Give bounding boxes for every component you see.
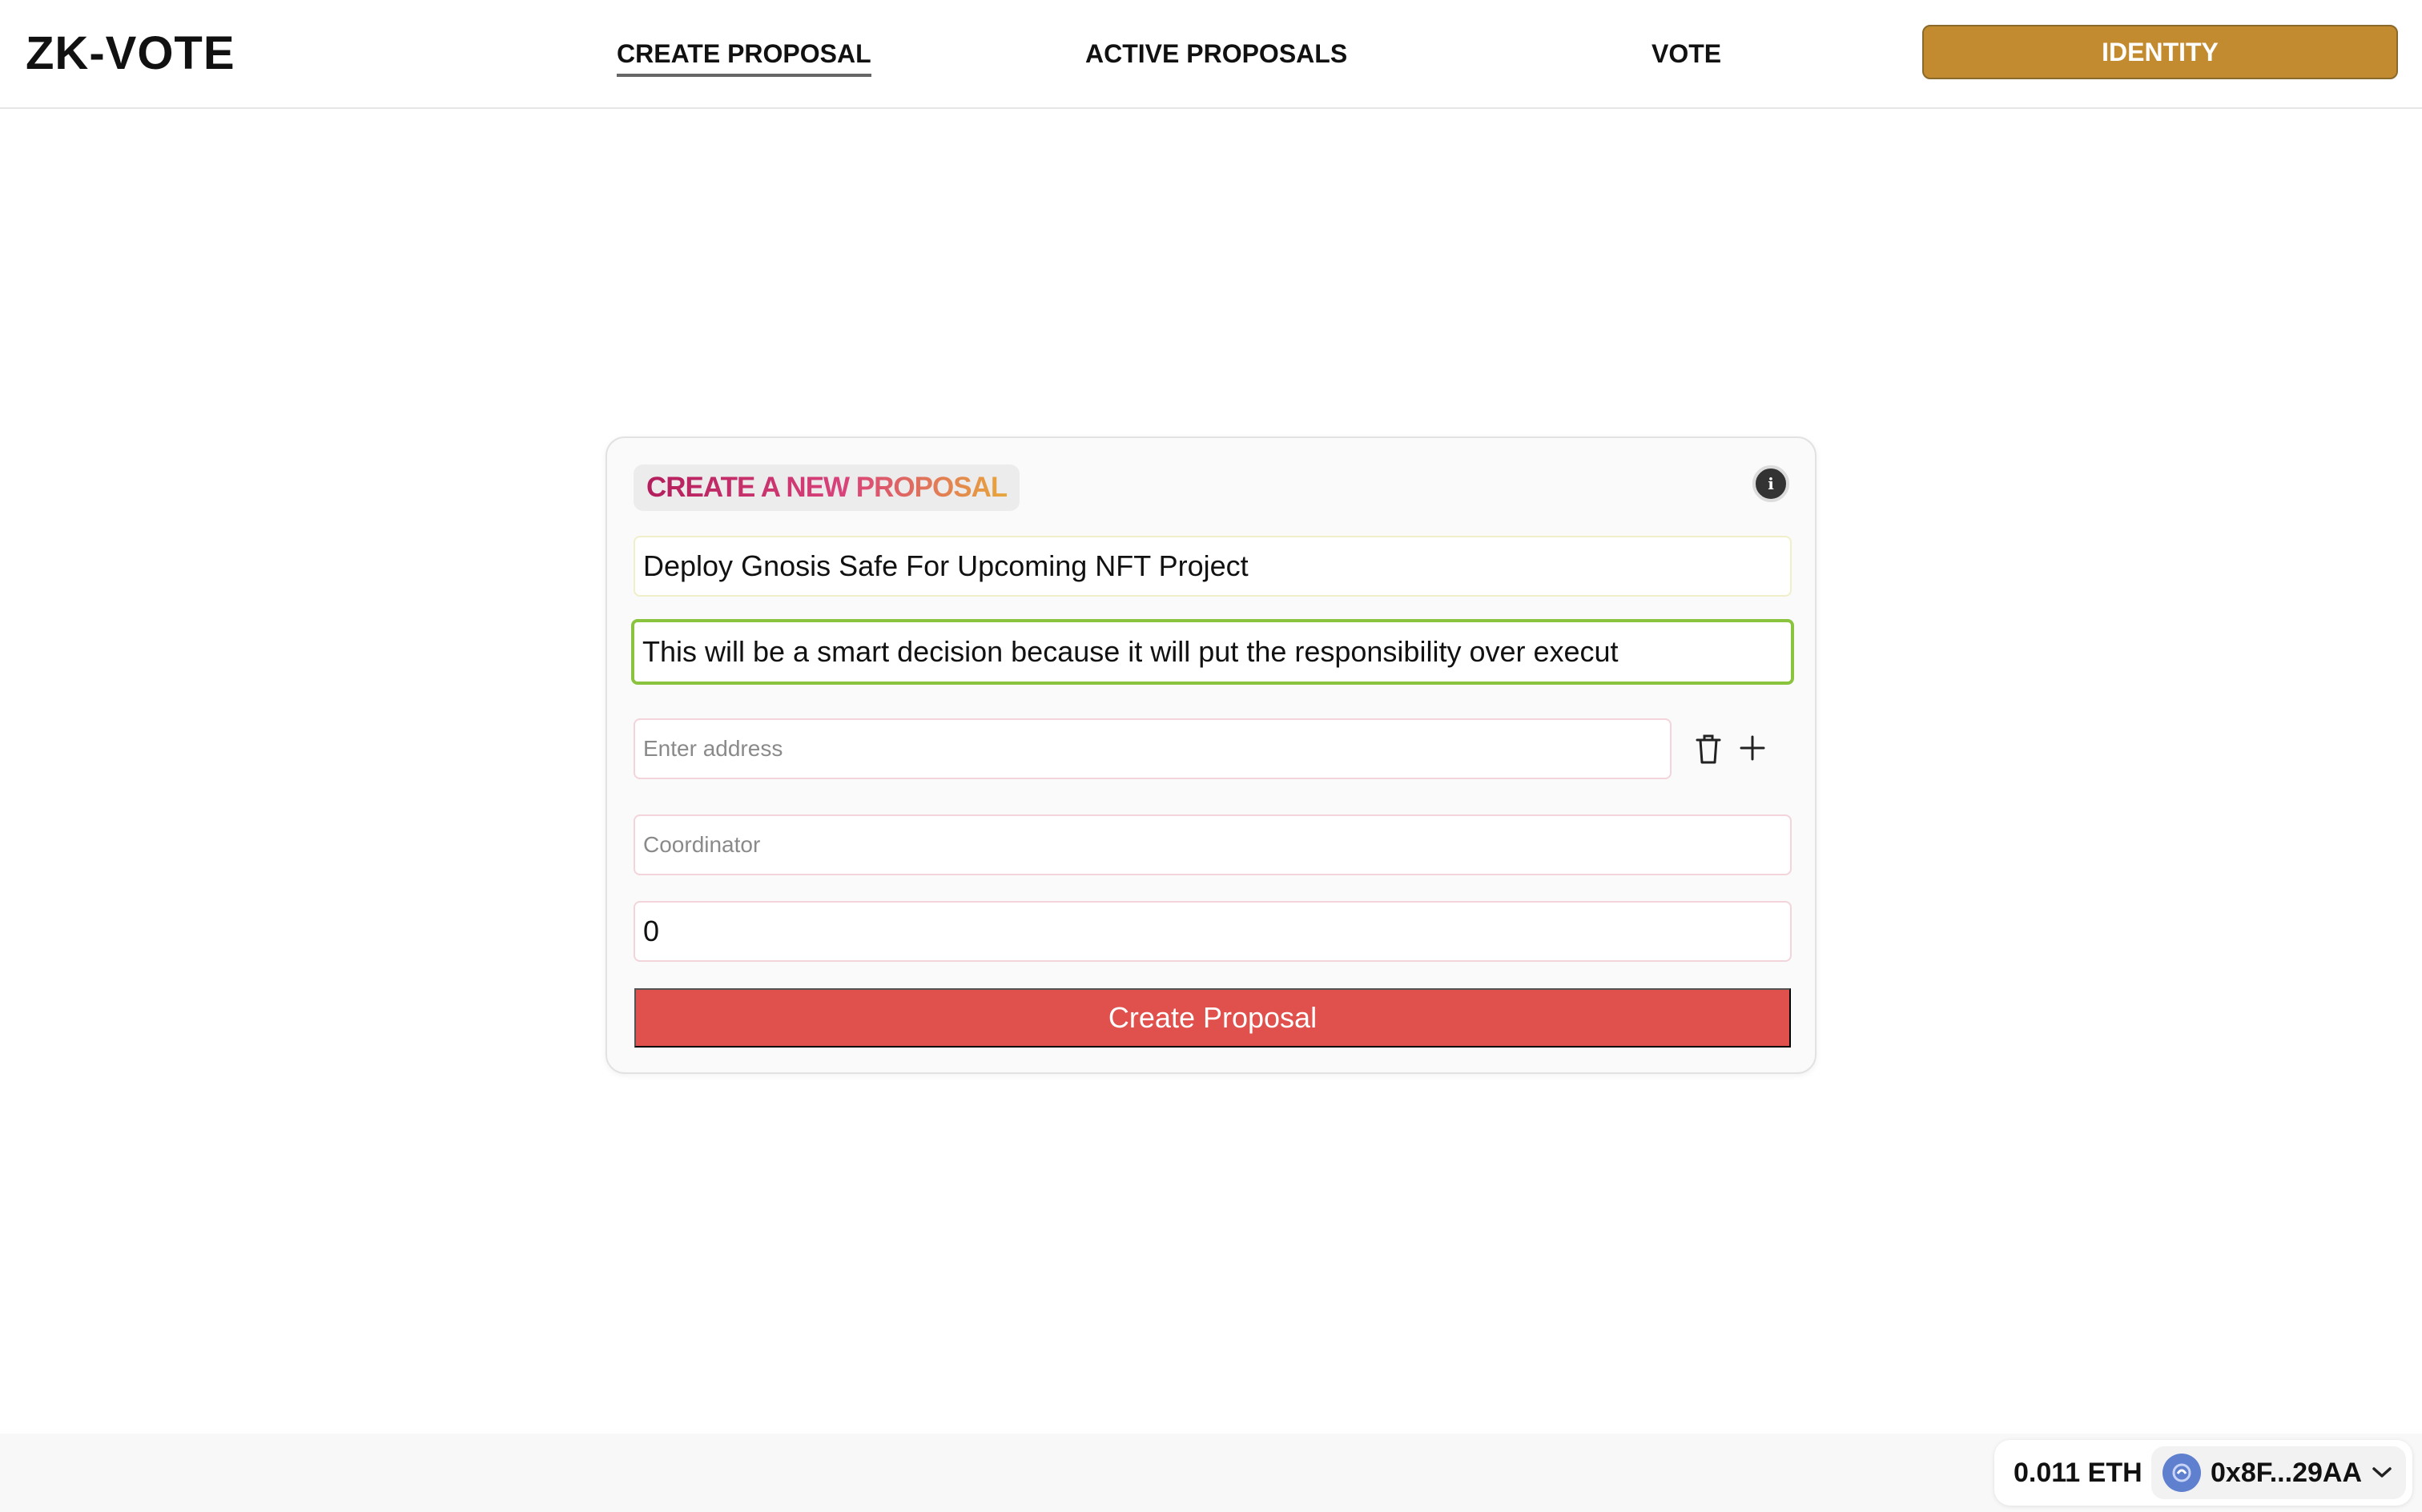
avatar-icon bbox=[2162, 1454, 2201, 1492]
nav-active-proposals[interactable]: ACTIVE PROPOSALS bbox=[1085, 35, 1347, 72]
coordinator-input[interactable] bbox=[643, 816, 1790, 874]
create-proposal-card: CREATE A NEW PROPOSAL i Create Proposal bbox=[606, 436, 1816, 1074]
nav-vote[interactable]: VOTE bbox=[1652, 35, 1721, 72]
info-icon[interactable]: i bbox=[1752, 465, 1789, 502]
create-proposal-button[interactable]: Create Proposal bbox=[634, 988, 1791, 1048]
proposal-description-input[interactable] bbox=[642, 622, 1791, 682]
proposal-title-input[interactable] bbox=[643, 537, 1790, 595]
address-input[interactable] bbox=[643, 720, 1670, 778]
wallet-balance: 0.011 ETH bbox=[2014, 1458, 2142, 1488]
address-field bbox=[634, 718, 1672, 779]
proposal-title-field bbox=[634, 536, 1792, 597]
nav-create-proposal[interactable]: CREATE PROPOSAL bbox=[617, 35, 871, 77]
plus-icon[interactable] bbox=[1736, 730, 1768, 766]
chevron-down-icon bbox=[2372, 1467, 2392, 1478]
top-nav-bar: ZK-VOTE CREATE PROPOSAL ACTIVE PROPOSALS… bbox=[0, 0, 2422, 109]
proposal-description-field bbox=[631, 619, 1794, 685]
identity-button[interactable]: IDENTITY bbox=[1922, 25, 2398, 79]
card-title-badge: CREATE A NEW PROPOSAL bbox=[634, 464, 1020, 511]
account-button[interactable]: 0x8F...29AA bbox=[2151, 1446, 2406, 1499]
number-input[interactable] bbox=[643, 903, 1790, 960]
number-field bbox=[634, 901, 1792, 962]
app-logo[interactable]: ZK-VOTE bbox=[26, 24, 235, 83]
card-title: CREATE A NEW PROPOSAL bbox=[646, 472, 1008, 503]
trash-icon[interactable] bbox=[1692, 730, 1724, 766]
coordinator-field bbox=[634, 814, 1792, 875]
wallet-widget: 0.011 ETH 0x8F...29AA bbox=[1994, 1440, 2412, 1506]
wallet-address: 0x8F...29AA bbox=[2211, 1457, 2362, 1488]
